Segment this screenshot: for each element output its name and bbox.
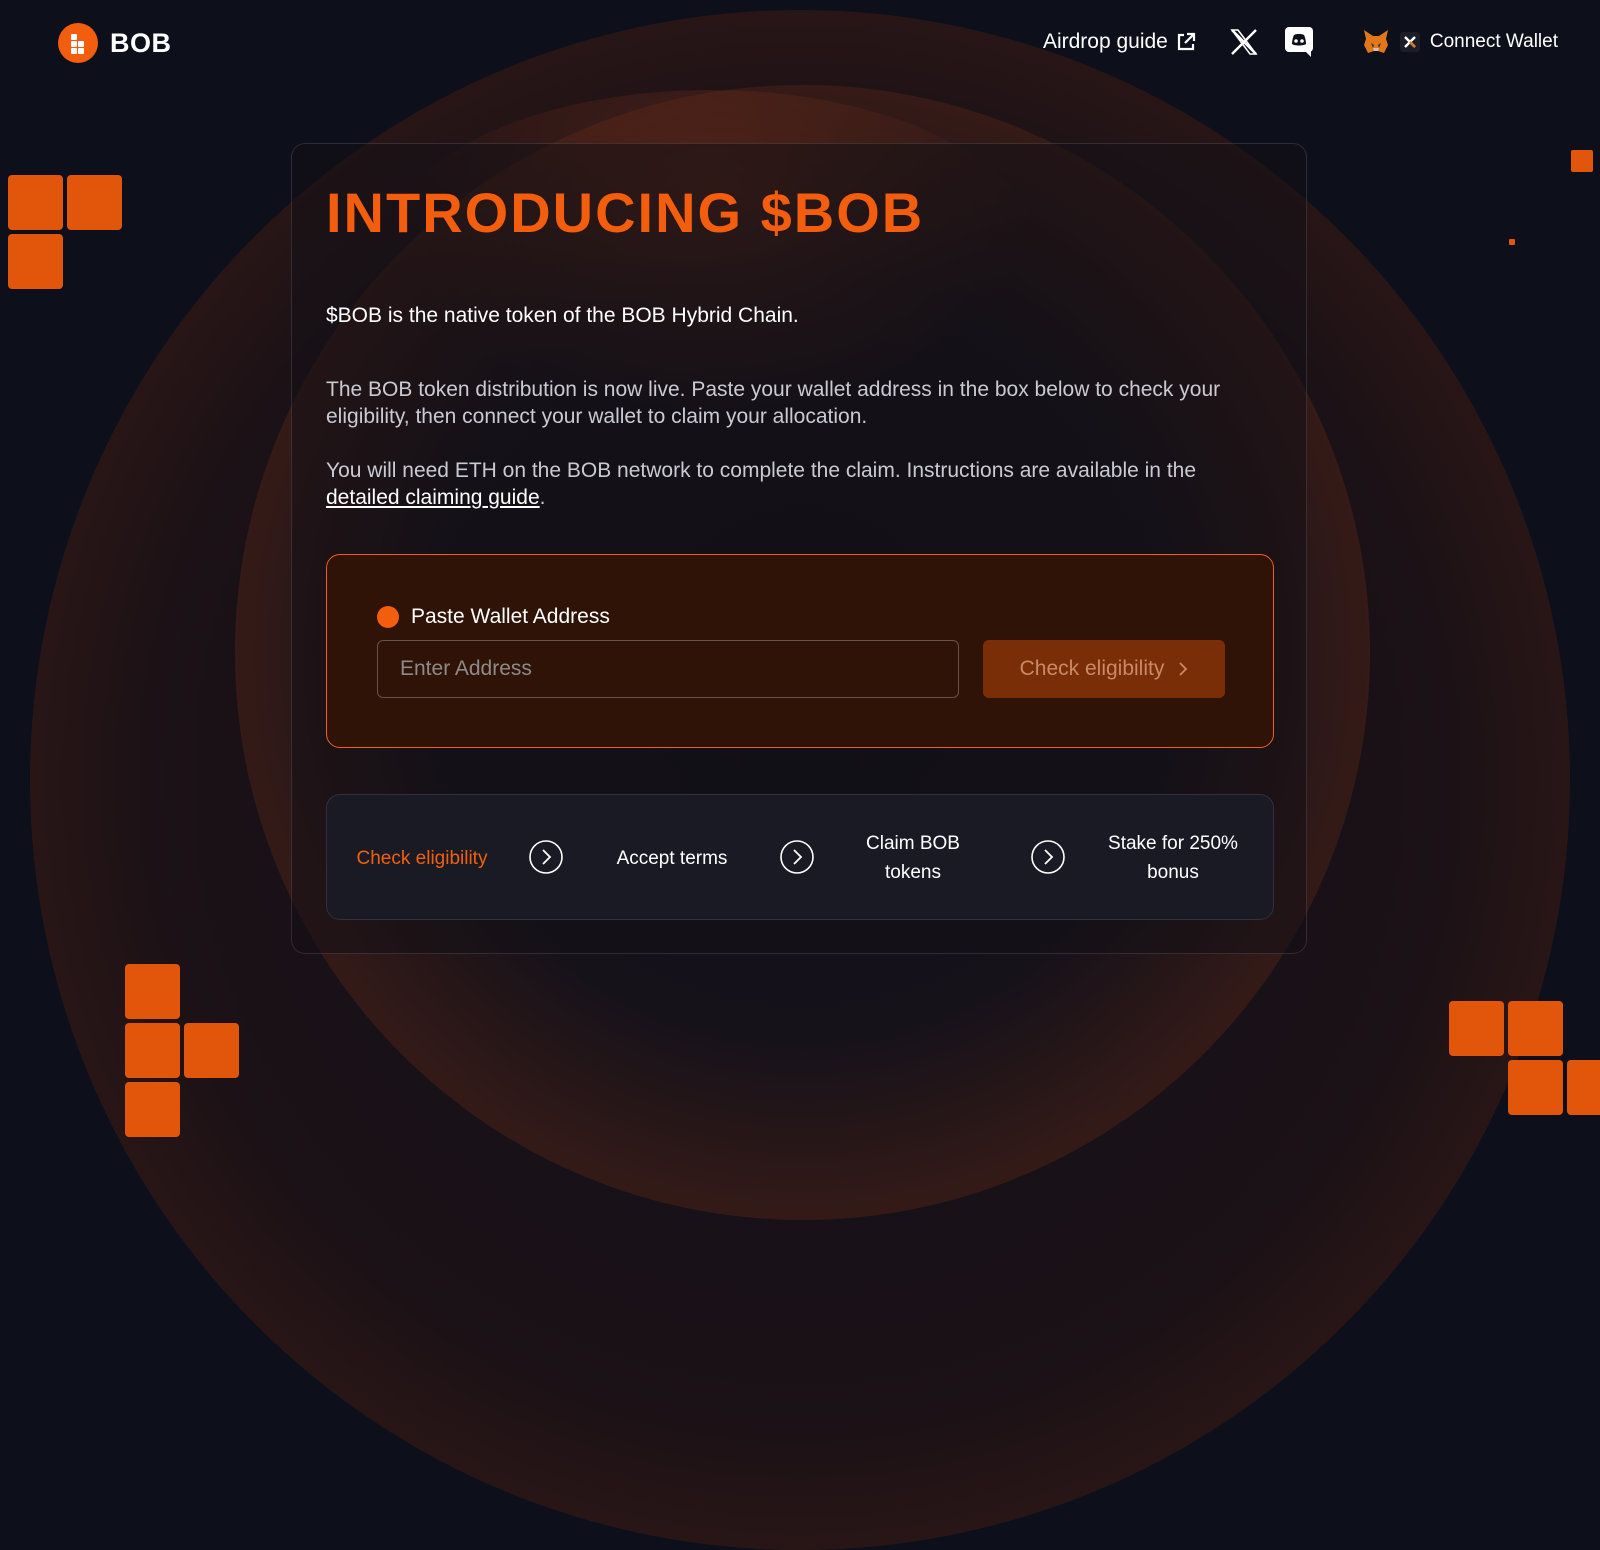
- step-accept-terms: Accept terms: [616, 847, 728, 869]
- step-arrow-icon: [780, 840, 814, 874]
- discord-button[interactable]: [1284, 26, 1314, 58]
- claim-steps: Check eligibility Accept terms Claim BOB…: [326, 794, 1274, 920]
- external-link-icon: [1177, 32, 1195, 51]
- nav-actions: Airdrop guide Connect Wallet: [1043, 26, 1558, 58]
- wallet-label-text: Paste Wallet Address: [411, 605, 610, 628]
- airdrop-guide-link[interactable]: Airdrop guide: [1043, 30, 1196, 54]
- distribution-text: The BOB token distribution is now live. …: [326, 378, 1221, 428]
- intro-card: INTRODUCING $BOB $BOB is the native toke…: [291, 143, 1307, 954]
- wallet-address-panel: Paste Wallet Address Check eligibility: [326, 554, 1274, 748]
- claiming-guide-link[interactable]: detailed claiming guide: [326, 486, 540, 509]
- brand-logo[interactable]: BOB: [58, 23, 172, 63]
- airdrop-guide-label: Airdrop guide: [1042, 30, 1168, 53]
- claim-text-suffix: .: [539, 486, 546, 509]
- claim-instructions-text: You will need ETH on the BOB network to …: [326, 457, 1271, 511]
- discord-icon: [1284, 27, 1313, 57]
- wallet-address-input[interactable]: [377, 640, 959, 698]
- connect-wallet-button[interactable]: Connect Wallet: [1362, 29, 1558, 55]
- metamask-fox-icon: [1363, 30, 1388, 53]
- wallet-link-icon: [1399, 32, 1420, 52]
- page-title: INTRODUCING $BOB: [326, 181, 925, 244]
- brand-name: BOB: [110, 27, 172, 58]
- intro-text: $BOB is the native token of the BOB Hybr…: [326, 304, 799, 327]
- step-arrow-icon: [529, 840, 563, 874]
- chevron-right-icon: [1179, 662, 1188, 676]
- check-eligibility-button[interactable]: Check eligibility: [983, 640, 1225, 698]
- step-arrow-icon: [1031, 840, 1065, 874]
- top-nav: BOB Airdrop guide Connect Wallet: [0, 0, 1600, 90]
- x-twitter-button[interactable]: [1230, 28, 1258, 56]
- connect-wallet-label: Connect Wallet: [1429, 31, 1558, 52]
- check-eligibility-label: Check eligibility: [1019, 657, 1165, 680]
- bob-logo-icon: [58, 23, 98, 63]
- step-stake-bonus: Stake for 250% bonus: [1108, 833, 1238, 883]
- step-claim-tokens: Claim BOB tokens: [866, 833, 960, 883]
- wallet-address-label: Paste Wallet Address: [377, 605, 610, 629]
- x-twitter-icon: [1230, 29, 1258, 55]
- step-check-eligibility: Check eligibility: [356, 847, 488, 869]
- status-dot-icon: [377, 606, 399, 628]
- claim-text-prefix: You will need ETH on the BOB network to …: [326, 459, 1197, 482]
